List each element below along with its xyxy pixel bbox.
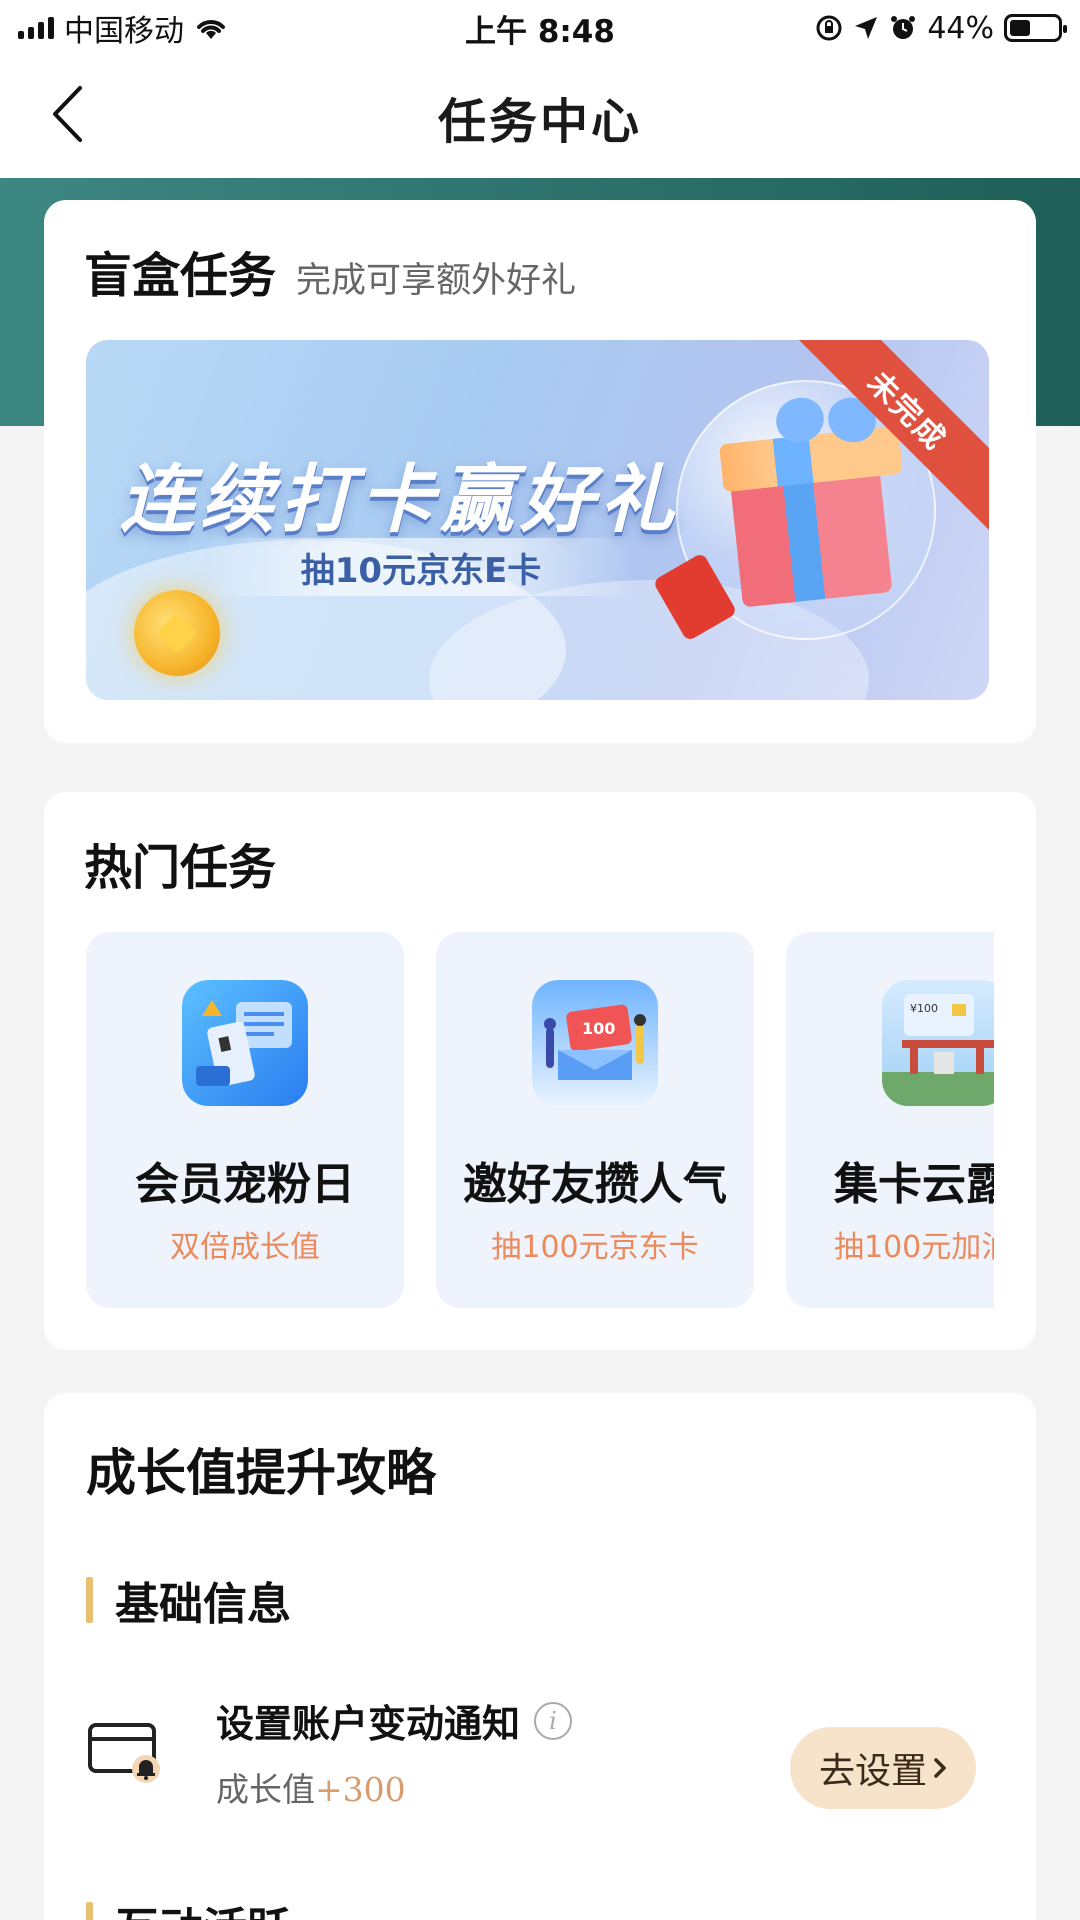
- task-title: 设置账户变动通知: [216, 1702, 521, 1746]
- checkin-banner[interactable]: 连续打卡赢好礼 抽10元京东E卡 未完成: [86, 340, 989, 700]
- wifi-icon: [197, 20, 225, 39]
- signal-icon: [18, 17, 54, 39]
- invite-envelope-icon: 100: [532, 980, 658, 1106]
- battery-icon: [1004, 14, 1067, 42]
- svg-text:100: 100: [582, 1019, 615, 1038]
- back-button[interactable]: [50, 84, 110, 144]
- hot-tasks-list[interactable]: 会员宠粉日 双倍成长值 100 邀好友攒人气 抽100元京东卡 ¥100 集卡云…: [86, 932, 994, 1308]
- info-icon[interactable]: i: [534, 1701, 573, 1740]
- coin-icon: [134, 590, 220, 676]
- hot-task-item[interactable]: ¥100 集卡云露 抽100元加油: [786, 932, 994, 1308]
- strategy-title: 成长值提升攻略: [86, 1444, 436, 1502]
- status-right: 44%: [815, 10, 1067, 46]
- section-label: 互动活跃: [115, 1893, 291, 1920]
- task-title-wrap: 设置账户变动通知 i: [216, 1693, 573, 1748]
- hot-task-name: 集卡云露: [834, 1159, 994, 1210]
- hot-tasks-card: 热门任务 会员宠粉日 双倍成长值 100 邀好友攒人气 抽100元京东卡 ¥10…: [44, 792, 1036, 1350]
- carrier-label: 中国移动: [64, 14, 184, 49]
- section-interaction: 互动活跃: [86, 1893, 291, 1920]
- gift-bow: [776, 398, 876, 448]
- task-reward-label: 成长值: [216, 1770, 315, 1809]
- status-left: 中国移动: [18, 6, 228, 50]
- alarm-icon: [891, 16, 916, 39]
- blind-box-card: 盲盒任务 完成可享额外好礼 连续打卡赢好礼 抽10元京东E卡 未完成: [44, 200, 1036, 743]
- hot-task-reward: 抽100元京东卡: [491, 1230, 699, 1265]
- growth-strategy-card: 成长值提升攻略 基础信息 设置账户变动通知 i 成长值+300 去设置: [44, 1393, 1036, 1920]
- svg-text:¥100: ¥100: [910, 1002, 938, 1015]
- section-marker: [86, 1902, 93, 1920]
- hot-task-item[interactable]: 会员宠粉日 双倍成长值: [86, 932, 404, 1308]
- battery-percent: 44%: [927, 10, 994, 46]
- blind-box-title: 盲盒任务: [84, 248, 277, 304]
- hot-tasks-title: 热门任务: [84, 840, 277, 896]
- task-reward-value: +300: [315, 1770, 406, 1809]
- page-title: 任务中心: [437, 94, 642, 150]
- task-reward: 成长值+300: [216, 1763, 406, 1811]
- blind-box-subtitle: 完成可享额外好礼: [296, 261, 577, 301]
- section-marker: [86, 1577, 93, 1623]
- membership-card-icon: [182, 980, 308, 1106]
- banner-title: 连续打卡赢好礼: [120, 457, 680, 543]
- task-row: 设置账户变动通知 i 成长值+300 去设置: [86, 1693, 1036, 1813]
- section-label: 基础信息: [115, 1579, 291, 1630]
- hot-task-item[interactable]: 100 邀好友攒人气 抽100元京东卡: [436, 932, 754, 1308]
- blind-box-header: 盲盒任务 完成可享额外好礼: [84, 236, 576, 306]
- banner-subtitle-strip: 抽10元京东E卡: [206, 538, 636, 596]
- card-notification-icon: [86, 1717, 166, 1787]
- hot-task-name: 邀好友攒人气: [463, 1159, 727, 1210]
- hot-task-reward: 抽100元加油: [834, 1230, 994, 1265]
- go-settings-button[interactable]: 去设置: [790, 1727, 976, 1809]
- battery-level: [1010, 20, 1031, 36]
- fuel-card-icon: ¥100: [882, 980, 994, 1106]
- section-basic-info: 基础信息: [86, 1568, 291, 1632]
- hot-task-reward: 双倍成长值: [170, 1230, 320, 1265]
- banner-subtitle: 抽10元京东E卡: [300, 550, 542, 591]
- chevron-left-icon: [53, 86, 82, 142]
- location-icon: [855, 17, 878, 39]
- nav-bar: 任务中心: [0, 56, 1080, 178]
- rotation-lock-icon: [816, 15, 842, 41]
- go-settings-label: 去设置: [818, 1751, 927, 1792]
- chevron-right-icon: [934, 1758, 946, 1778]
- status-bar: 中国移动 上午 8:48 44%: [0, 0, 1080, 56]
- hot-task-name: 会员宠粉日: [135, 1159, 355, 1210]
